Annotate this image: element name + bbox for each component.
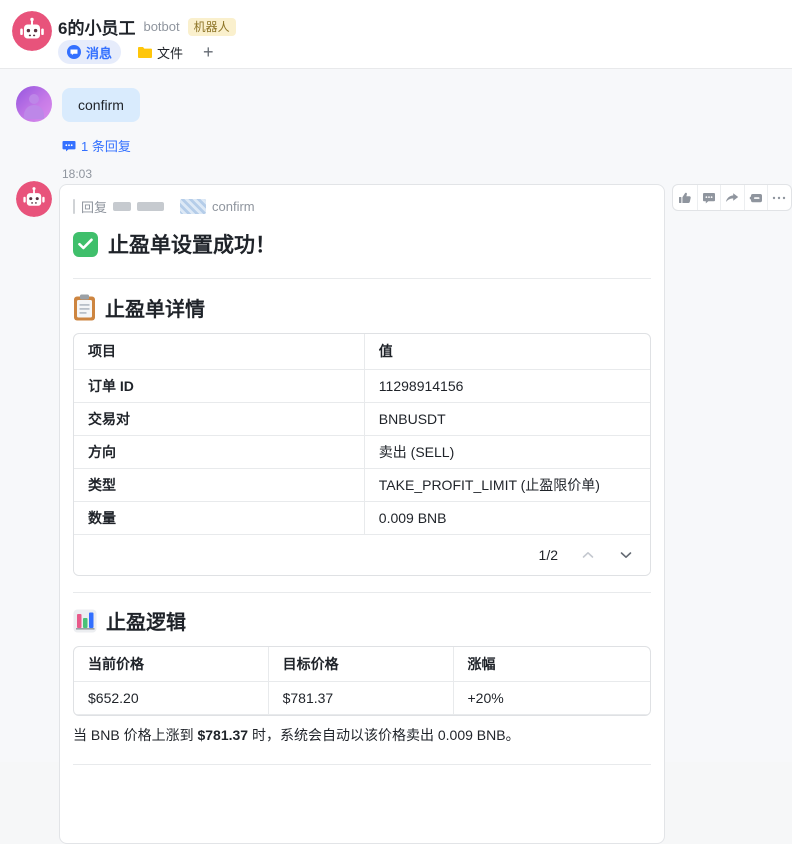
table-cell: 类型 [74,468,365,502]
chat-header: 6的小员工 botbot 机器人 消息 文件 + [0,0,792,69]
table-cell: 11298914156 [363,369,650,403]
table-cell: 0.009 BNB [363,501,650,535]
topic-button[interactable] [743,185,768,210]
table-cell: 卖出 (SELL) [363,435,650,469]
thumbs-up-button[interactable] [673,185,697,210]
logic-table: 当前价格 目标价格 涨幅 $652.20 $781.37 +20% [74,646,650,715]
column-header: 值 [363,334,650,370]
message-actions-toolbar [672,184,792,211]
table-row: $652.20 $781.37 +20% [74,681,650,715]
details-table: 项目值订单 ID 11298914156 交易对 BNBUSDT 方向 卖出 (SELL)… [74,334,650,535]
more-icon [773,196,786,199]
details-table-container: 项目值订单 ID 11298914156 交易对 BNBUSDT 方向 卖出 (SELL)… [73,333,651,576]
message-bubble-icon [67,45,81,59]
forward-button[interactable] [720,185,744,210]
bot-badge: 机器人 [187,17,236,36]
tab-files-label: 文件 [157,45,184,61]
logic-note: 当 BNB 价格上涨到 $781.37 时，系统会自动以该价格卖出 0.009 … [73,727,520,743]
divider [73,591,651,593]
table-cell: $652.20 [74,681,269,715]
redacted-name-block [137,201,165,211]
logic-table-container: 当前价格 目标价格 涨幅 $652.20 $781.37 +20% [73,645,651,716]
table-header-row: 当前价格 目标价格 涨幅 [74,646,650,682]
green-check-icon [73,231,98,257]
table-pagination: 1/2 [74,534,650,575]
column-header: 当前价格 [74,646,269,682]
table-row: 类型 TAKE_PROFIT_LIMIT (止盈限价单) [74,468,650,502]
thumbs-up-icon [678,192,691,203]
topic-icon [749,193,762,202]
clipboard-icon [74,294,95,320]
page-indicator: 1/2 [538,546,558,563]
tab-messages-label: 消息 [86,45,113,61]
logic-section-heading: 止盈逻辑 [106,612,186,634]
bar-chart-icon [73,609,97,632]
table-cell: TAKE_PROFIT_LIMIT (止盈限价单) [363,468,650,502]
quote-bar [73,198,75,214]
bot-avatar[interactable] [12,11,52,51]
target-price-bold: $781.37 [197,727,249,743]
table-row: 订单 ID 11298914156 [74,369,650,403]
chat-subtitle: botbot [143,19,180,34]
divider [73,278,651,279]
bot-avatar[interactable] [16,181,52,217]
column-header: 涨幅 [452,646,650,682]
bot-message-card: 回复 confirm 止盈单设置成功！ 止盈单详情 项目 值 订单 ID 112… [59,184,665,844]
details-section-heading: 止盈单详情 [105,298,205,321]
comment-button[interactable] [696,185,721,210]
reply-count-label: 1 条回复 [81,139,131,154]
page-down-button[interactable] [618,547,634,563]
table-cell: $781.37 [267,681,453,715]
column-header: 项目 [74,334,365,370]
table-header-row: 项目值 [74,334,650,370]
table-cell: 数量 [74,501,365,535]
redacted-name-block [113,201,132,211]
table-cell: 交易对 [74,402,365,436]
tab-files[interactable]: 文件 [135,40,185,64]
add-tab-button[interactable]: + [199,42,218,63]
reply-bubble-icon [62,140,76,151]
tab-bar: 消息 文件 + [58,40,218,64]
reply-quote[interactable]: 回复 confirm [73,197,651,215]
card-title: 止盈单设置成功！ [108,234,276,257]
comment-icon [702,192,715,203]
chat-area: confirm 1 条回复 18:03 回复 confirm 止盈单设置成功！ … [0,69,792,844]
column-header: 目标价格 [267,646,453,682]
table-row: 交易对 BNBUSDT [74,402,650,436]
more-actions-button[interactable] [767,185,791,210]
table-cell: 方向 [74,435,365,469]
message-timestamp: 18:03 [62,167,93,181]
page-up-button[interactable] [580,547,596,563]
chat-title: 6的小员工 [58,19,136,38]
divider [73,764,651,765]
table-row: 方向 卖出 (SELL) [74,435,650,469]
redacted-avatar-block [180,198,207,214]
quote-prefix: 回复 [81,199,108,215]
table-cell: +20% [452,681,650,715]
tab-messages[interactable]: 消息 [58,40,122,64]
table-row: 数量 0.009 BNB [74,501,650,535]
reply-thread-link[interactable]: 1 条回复 [62,136,131,155]
table-cell: BNBUSDT [363,402,650,436]
table-cell: 订单 ID [74,369,365,403]
quoted-text: confirm [212,198,255,214]
folder-icon [138,46,153,58]
user-avatar[interactable] [16,86,52,122]
user-message-bubble: confirm [62,88,140,122]
forward-icon [726,192,739,202]
